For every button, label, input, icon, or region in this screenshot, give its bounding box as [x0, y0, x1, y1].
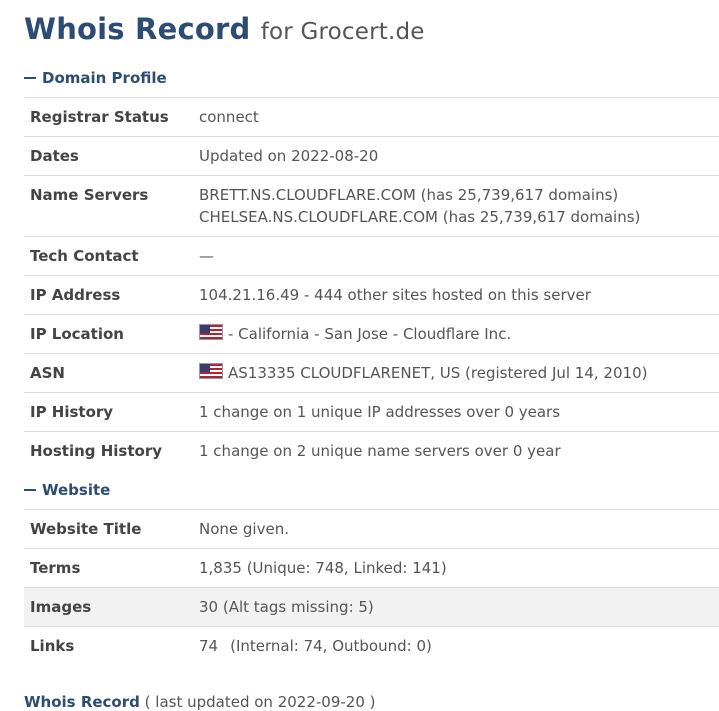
row-value: —	[199, 247, 214, 265]
row-label: Images	[30, 598, 92, 616]
page-title-domain: for Grocert.de	[260, 19, 425, 45]
row-value: 104.21.16.49 - 444 other sites hosted on…	[199, 286, 591, 304]
domain-profile-table: Registrar Status connect Dates Updated o…	[24, 97, 719, 470]
ip-location-text: - California - San Jose - Cloudflare Inc…	[228, 325, 512, 343]
links-detail: (Internal: 74, Outbound: 0)	[230, 637, 432, 655]
table-row: Images 30 (Alt tags missing: 5)	[24, 587, 719, 627]
row-label: IP Address	[30, 286, 121, 304]
page-title: Whois Record for Grocert.de	[24, 12, 719, 46]
row-value: 1 change on 2 unique name servers over 0…	[199, 442, 561, 460]
table-row: Links 74 (Internal: 74, Outbound: 0)	[24, 626, 719, 666]
row-value: AS13335 CLOUDFLARENET, US (registered Ju…	[193, 354, 719, 393]
row-label: Links	[30, 637, 75, 655]
collapse-minus-icon[interactable]	[24, 489, 36, 491]
row-label: Registrar Status	[30, 108, 169, 126]
table-row: Dates Updated on 2022-08-20	[24, 136, 719, 176]
table-row: Registrar Status connect	[24, 97, 719, 137]
domain-profile-heading: Domain Profile	[42, 69, 167, 87]
row-label: Terms	[30, 559, 81, 577]
website-section-header[interactable]: Website	[24, 480, 719, 500]
row-value: None given.	[199, 520, 289, 538]
table-row: Name Servers BRETT.NS.CLOUDFLARE.COM (ha…	[24, 175, 719, 237]
us-flag-icon	[199, 324, 223, 340]
row-value: Updated on 2022-08-20	[199, 147, 379, 165]
links-count: 74	[199, 637, 219, 655]
row-value: 1 change on 1 unique IP addresses over 0…	[199, 403, 561, 421]
whois-page: Whois Record for Grocert.de Domain Profi…	[0, 0, 719, 711]
row-label: Tech Contact	[30, 247, 139, 265]
row-value: 30 (Alt tags missing: 5)	[199, 598, 374, 616]
domain-profile-section-header[interactable]: Domain Profile	[24, 68, 719, 88]
row-label: IP History	[30, 403, 114, 421]
row-label: IP Location	[30, 325, 124, 343]
row-label: Name Servers	[30, 186, 149, 204]
row-value: connect	[199, 108, 259, 126]
website-heading: Website	[42, 481, 111, 499]
table-row: IP Address 104.21.16.49 - 444 other site…	[24, 275, 719, 315]
table-row: ASN AS13335 CLOUDFLARENET, US (registere…	[24, 353, 719, 393]
footer-updated: ( last updated on 2022-09-20 )	[144, 693, 376, 711]
row-label: Hosting History	[30, 442, 163, 460]
row-value: BRETT.NS.CLOUDFLARE.COM (has 25,739,617 …	[193, 176, 719, 237]
row-value: 74 (Internal: 74, Outbound: 0)	[193, 627, 719, 666]
table-row: Website Title None given.	[24, 509, 719, 549]
us-flag-icon	[199, 363, 223, 379]
row-label: ASN	[30, 364, 65, 382]
name-server-2: CHELSEA.NS.CLOUDFLARE.COM (has 25,739,61…	[199, 208, 641, 226]
website-table: Website Title None given. Terms 1,835 (U…	[24, 509, 719, 665]
table-row: Tech Contact —	[24, 236, 719, 276]
row-label: Website Title	[30, 520, 142, 538]
page-title-main: Whois Record	[24, 12, 251, 46]
footer-title: Whois Record	[24, 693, 140, 711]
collapse-minus-icon[interactable]	[24, 77, 36, 79]
asn-text: AS13335 CLOUDFLARENET, US (registered Ju…	[228, 364, 648, 382]
table-row: Terms 1,835 (Unique: 748, Linked: 141)	[24, 548, 719, 588]
table-row: IP History 1 change on 1 unique IP addre…	[24, 392, 719, 432]
row-label: Dates	[30, 147, 79, 165]
row-value: 1,835 (Unique: 748, Linked: 141)	[199, 559, 447, 577]
name-server-1: BRETT.NS.CLOUDFLARE.COM (has 25,739,617 …	[199, 186, 619, 204]
row-value: - California - San Jose - Cloudflare Inc…	[193, 315, 719, 354]
table-row: IP Location - California - San Jose - Cl…	[24, 314, 719, 354]
footer-note: Whois Record ( last updated on 2022-09-2…	[24, 693, 719, 711]
table-row: Hosting History 1 change on 2 unique nam…	[24, 431, 719, 471]
